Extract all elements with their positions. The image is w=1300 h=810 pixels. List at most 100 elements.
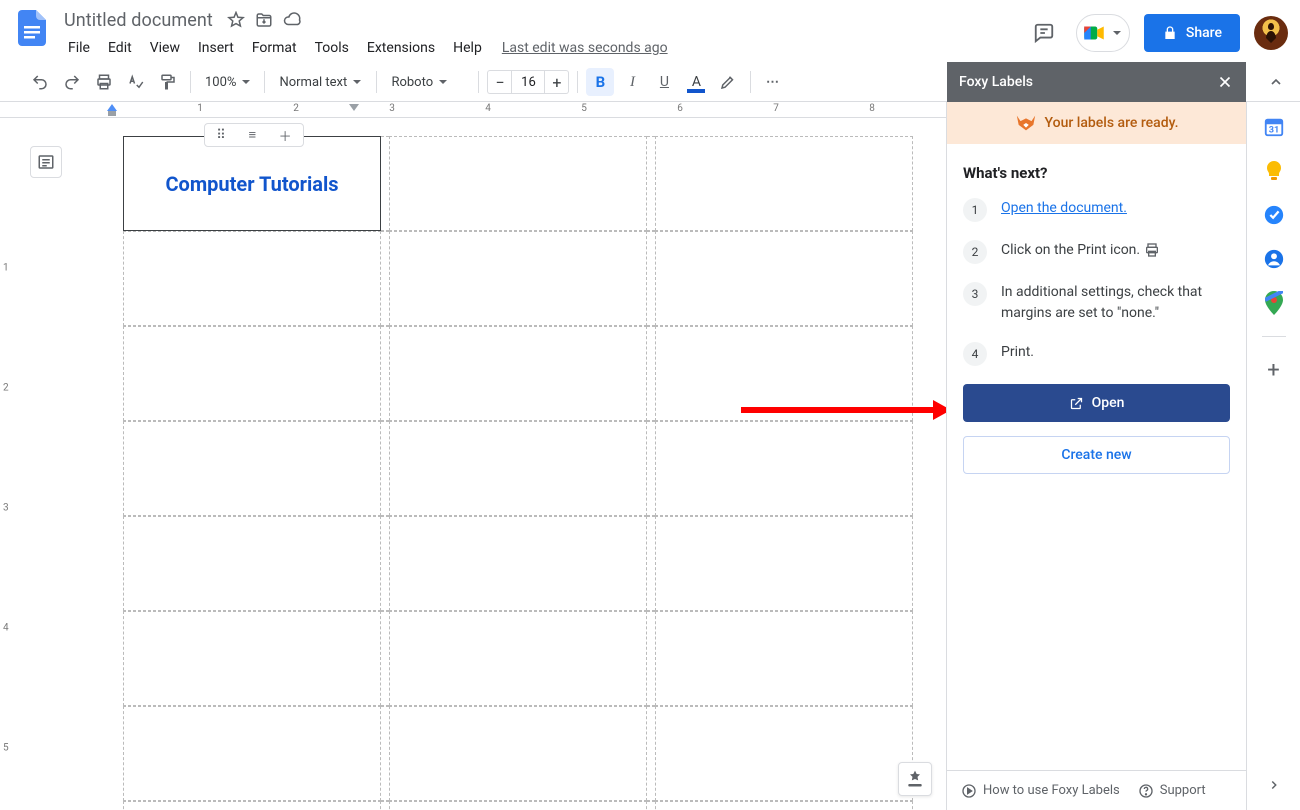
account-avatar[interactable] bbox=[1254, 16, 1288, 50]
label-cell[interactable] bbox=[389, 801, 647, 810]
comments-icon[interactable] bbox=[1026, 15, 1062, 51]
maps-app-icon[interactable] bbox=[1263, 292, 1285, 314]
more-tools-button[interactable]: ⋯ bbox=[759, 68, 787, 96]
text-color-button[interactable]: A bbox=[682, 68, 710, 96]
label-cell[interactable] bbox=[655, 136, 913, 231]
print-button[interactable] bbox=[90, 68, 118, 96]
italic-button[interactable]: I bbox=[618, 68, 646, 96]
tasks-app-icon[interactable] bbox=[1263, 204, 1285, 226]
right-app-rail: 31 + bbox=[1246, 102, 1300, 810]
step-2: 2 Click on the Print icon. bbox=[963, 240, 1230, 264]
cloud-status-icon[interactable] bbox=[283, 11, 301, 29]
undo-button[interactable] bbox=[26, 68, 54, 96]
label-cell[interactable] bbox=[655, 611, 913, 706]
label-cell[interactable] bbox=[123, 801, 381, 810]
hide-side-panel-button[interactable] bbox=[1263, 774, 1285, 796]
lock-icon bbox=[1162, 25, 1178, 41]
open-button[interactable]: Open bbox=[963, 384, 1230, 422]
docs-logo[interactable] bbox=[12, 8, 52, 48]
font-size-increase[interactable]: + bbox=[545, 70, 569, 94]
label-cell[interactable] bbox=[123, 231, 381, 326]
label-cell[interactable]: ⠿≡＋Computer Tutorials bbox=[123, 136, 381, 231]
label-cell[interactable] bbox=[123, 516, 381, 611]
menu-format[interactable]: Format bbox=[244, 36, 305, 60]
document-outline-button[interactable] bbox=[30, 146, 62, 178]
document-title[interactable]: Untitled document bbox=[60, 8, 217, 33]
menu-insert[interactable]: Insert bbox=[190, 36, 242, 60]
how-to-link[interactable]: How to use Foxy Labels bbox=[961, 783, 1120, 799]
label-cell[interactable] bbox=[389, 706, 647, 801]
label-cell[interactable] bbox=[655, 801, 913, 810]
label-cell[interactable] bbox=[389, 611, 647, 706]
chevron-down-icon bbox=[439, 80, 447, 84]
labels-table[interactable]: ⠿≡＋Computer Tutorials bbox=[123, 136, 913, 810]
underline-button[interactable]: U bbox=[650, 68, 678, 96]
spellcheck-button[interactable] bbox=[122, 68, 150, 96]
redo-button[interactable] bbox=[58, 68, 86, 96]
menu-edit[interactable]: Edit bbox=[100, 36, 140, 60]
font-size-value[interactable]: 16 bbox=[511, 70, 545, 94]
open-document-link[interactable]: Open the document. bbox=[1001, 200, 1127, 216]
paragraph-style-dropdown[interactable]: Normal text bbox=[273, 68, 368, 96]
label-text[interactable]: Computer Tutorials bbox=[124, 137, 380, 230]
panel-notification: Your labels are ready. bbox=[947, 102, 1246, 144]
share-label: Share bbox=[1186, 25, 1222, 41]
chevron-down-icon bbox=[1113, 31, 1121, 35]
label-cell[interactable] bbox=[655, 421, 913, 516]
hide-menus-button[interactable] bbox=[1262, 68, 1290, 96]
page-canvas[interactable]: ⠿≡＋Computer Tutorials bbox=[33, 118, 933, 810]
play-circle-icon bbox=[961, 783, 977, 799]
support-link[interactable]: Support bbox=[1138, 783, 1206, 799]
label-cell[interactable] bbox=[389, 421, 647, 516]
menu-tools[interactable]: Tools bbox=[307, 36, 357, 60]
move-icon[interactable] bbox=[255, 11, 273, 29]
explore-button[interactable] bbox=[898, 762, 932, 796]
close-icon[interactable] bbox=[1216, 73, 1234, 91]
chevron-down-icon bbox=[353, 80, 361, 84]
menu-view[interactable]: View bbox=[142, 36, 188, 60]
print-icon bbox=[1144, 242, 1160, 258]
bold-button[interactable]: B bbox=[586, 68, 614, 96]
font-family-dropdown[interactable]: Roboto bbox=[385, 68, 470, 96]
zoom-dropdown[interactable]: 100% bbox=[199, 68, 256, 96]
get-addons-button[interactable]: + bbox=[1263, 359, 1285, 381]
calendar-app-icon[interactable]: 31 bbox=[1263, 116, 1285, 138]
menu-extensions[interactable]: Extensions bbox=[359, 36, 443, 60]
label-cell[interactable] bbox=[123, 706, 381, 801]
document-area: 12345678 123456 ⠿≡＋Computer Tutorials bbox=[0, 102, 946, 810]
contacts-app-icon[interactable] bbox=[1263, 248, 1285, 270]
label-cell[interactable] bbox=[123, 421, 381, 516]
menu-file[interactable]: File bbox=[60, 36, 98, 60]
font-size-decrease[interactable]: − bbox=[487, 70, 511, 94]
fox-icon bbox=[1015, 113, 1037, 133]
label-cell[interactable] bbox=[389, 231, 647, 326]
horizontal-ruler[interactable]: 12345678 bbox=[0, 102, 946, 118]
label-cell[interactable] bbox=[123, 326, 381, 421]
label-cell[interactable] bbox=[655, 516, 913, 611]
highlight-button[interactable] bbox=[714, 68, 742, 96]
open-external-icon bbox=[1069, 396, 1084, 411]
label-cell[interactable] bbox=[389, 326, 647, 421]
menu-bar: File Edit View Insert Format Tools Exten… bbox=[60, 34, 668, 62]
panel-heading: What's next? bbox=[963, 164, 1230, 182]
svg-text:31: 31 bbox=[1268, 126, 1279, 136]
keep-app-icon[interactable] bbox=[1263, 160, 1285, 182]
create-new-button[interactable]: Create new bbox=[963, 436, 1230, 474]
label-cell[interactable] bbox=[655, 231, 913, 326]
share-button[interactable]: Share bbox=[1144, 14, 1240, 52]
step-4: 4 Print. bbox=[963, 342, 1230, 366]
last-edit-link[interactable]: Last edit was seconds ago bbox=[502, 40, 668, 56]
label-cell[interactable] bbox=[389, 136, 647, 231]
vertical-ruler[interactable]: 123456 bbox=[0, 118, 20, 810]
meet-button[interactable] bbox=[1076, 14, 1130, 52]
label-cell[interactable] bbox=[123, 611, 381, 706]
font-size-group: − 16 + bbox=[487, 70, 569, 94]
star-icon[interactable] bbox=[227, 11, 245, 29]
step-1: 1 Open the document. bbox=[963, 198, 1230, 222]
label-cell[interactable] bbox=[655, 706, 913, 801]
menu-help[interactable]: Help bbox=[445, 36, 490, 60]
paint-format-button[interactable] bbox=[154, 68, 182, 96]
label-cell[interactable] bbox=[389, 516, 647, 611]
annotation-arrow bbox=[741, 400, 946, 420]
help-circle-icon bbox=[1138, 783, 1154, 799]
